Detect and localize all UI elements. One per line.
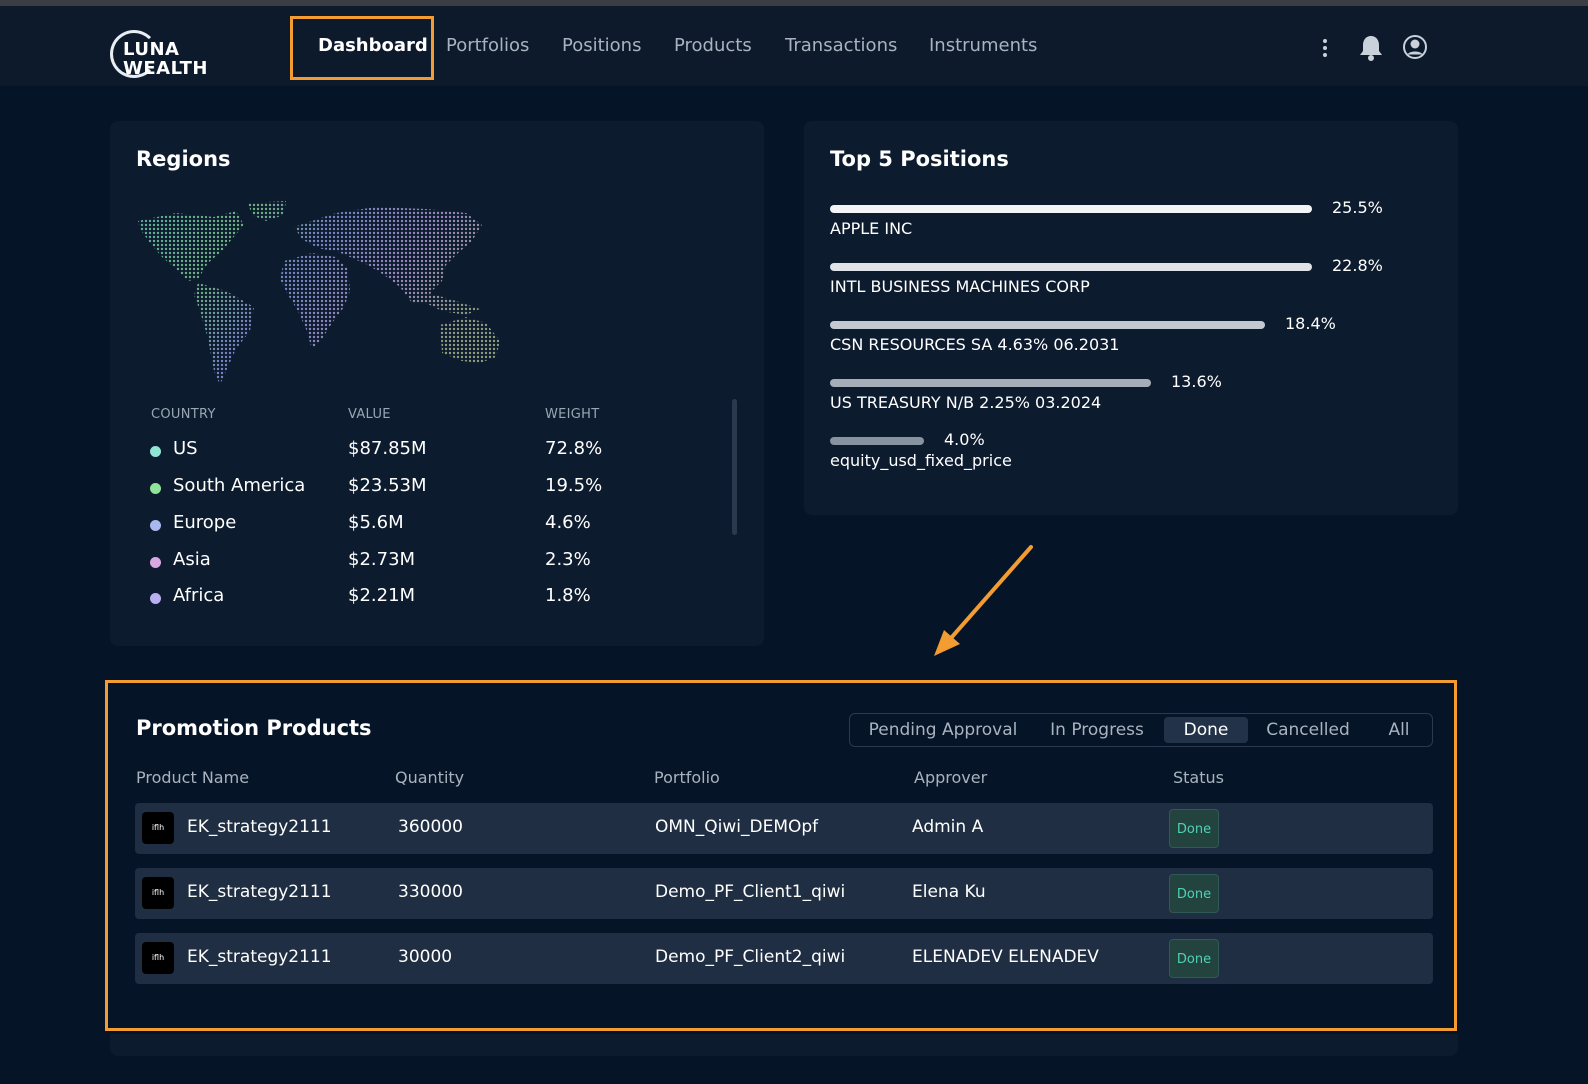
regions-scrollbar[interactable] — [732, 399, 737, 535]
position-percent: 4.0% — [944, 430, 985, 449]
position-name[interactable]: INTL BUSINESS MACHINES CORP — [830, 277, 1090, 296]
product-quantity: 30000 — [398, 947, 453, 967]
callout-arrow — [934, 545, 1033, 656]
position-name[interactable]: APPLE INC — [830, 219, 912, 238]
region-color-dot — [150, 483, 161, 494]
card-bottom-edge — [110, 1034, 1458, 1056]
regions-col-country: COUNTRY — [151, 407, 216, 422]
col-header-portfolio[interactable]: Portfolio — [654, 768, 720, 787]
product-portfolio[interactable]: OMN_Qiwi_DEMOpf — [655, 817, 818, 837]
regions-col-weight: WEIGHT — [545, 407, 600, 422]
product-logo-icon: iflh — [142, 877, 174, 909]
product-portfolio[interactable]: Demo_PF_Client2_qiwi — [655, 947, 845, 967]
luna-wealth-logo[interactable]: LUNA WEALTH — [110, 28, 220, 82]
user-avatar-icon[interactable] — [1402, 34, 1428, 60]
region-weight: 19.5% — [545, 475, 603, 496]
col-header-quantity[interactable]: Quantity — [395, 768, 464, 787]
position-percent: 25.5% — [1332, 198, 1383, 217]
regions-card: Regions COUNTRY VALUE WEIGHT US $87.85M … — [110, 121, 764, 646]
position-bar — [830, 205, 1312, 213]
position-percent: 18.4% — [1285, 314, 1336, 333]
product-quantity: 360000 — [398, 817, 463, 837]
product-approver: Elena Ku — [912, 882, 986, 902]
table-row[interactable]: iflh EK_strategy2111 30000 Demo_PF_Client2_… — [135, 933, 1433, 984]
position-bar — [830, 437, 924, 445]
region-color-dot — [150, 593, 161, 604]
region-value: $87.85M — [348, 438, 427, 459]
product-logo-icon: iflh — [142, 942, 174, 974]
logo-text-line1: LUNA — [123, 39, 180, 60]
kebab-menu-icon[interactable] — [1318, 36, 1332, 60]
table-row[interactable]: iflh EK_strategy2111 360000 OMN_Qiwi_DEMOpf… — [135, 803, 1433, 854]
top-positions-card: Top 5 Positions 25.5% APPLE INC 22.8% INTL … — [804, 121, 1458, 515]
region-color-dot — [150, 557, 161, 568]
position-bar — [830, 263, 1312, 271]
region-country: South America — [173, 475, 306, 496]
region-value: $2.21M — [348, 585, 416, 606]
position-percent: 13.6% — [1171, 372, 1222, 391]
product-approver: ELENADEV ELENADEV — [912, 947, 1099, 967]
product-portfolio[interactable]: Demo_PF_Client1_qiwi — [655, 882, 845, 902]
world-map — [138, 201, 500, 385]
region-weight: 4.6% — [545, 512, 591, 533]
tab-done[interactable]: Done — [1164, 717, 1248, 743]
regions-title: Regions — [136, 147, 231, 171]
position-bar — [830, 321, 1265, 329]
region-value: $2.73M — [348, 549, 416, 570]
product-name[interactable]: EK_strategy2111 — [187, 947, 332, 967]
col-header-approver[interactable]: Approver — [914, 768, 987, 787]
status-badge: Done — [1169, 874, 1219, 913]
promotion-title: Promotion Products — [136, 716, 372, 740]
position-bar — [830, 379, 1151, 387]
product-name[interactable]: EK_strategy2111 — [187, 882, 332, 902]
bell-icon[interactable] — [1358, 34, 1384, 62]
col-header-status[interactable]: Status — [1173, 768, 1224, 787]
region-value: $5.6M — [348, 512, 404, 533]
status-badge: Done — [1169, 939, 1219, 978]
status-filter-tabs: Pending Approval In Progress Done Cancel… — [849, 713, 1433, 747]
position-name[interactable]: CSN RESOURCES SA 4.63% 06.2031 — [830, 335, 1119, 354]
region-weight: 1.8% — [545, 585, 591, 606]
nav-item-instruments[interactable]: Instruments — [929, 34, 1037, 58]
region-color-dot — [150, 520, 161, 531]
tab-in-progress[interactable]: In Progress — [1038, 717, 1156, 743]
position-name[interactable]: US TREASURY N/B 2.25% 03.2024 — [830, 393, 1101, 412]
region-country: Europe — [173, 512, 237, 533]
product-approver: Admin A — [912, 817, 984, 837]
region-weight: 2.3% — [545, 549, 591, 570]
top-positions-title: Top 5 Positions — [830, 147, 1009, 171]
product-name[interactable]: EK_strategy2111 — [187, 817, 332, 837]
tab-cancelled[interactable]: Cancelled — [1256, 717, 1360, 743]
region-color-dot — [150, 446, 161, 457]
nav-item-products[interactable]: Products — [674, 34, 752, 58]
region-country: Asia — [173, 549, 211, 570]
status-badge: Done — [1169, 809, 1219, 848]
product-logo-icon: iflh — [142, 812, 174, 844]
top-navbar: LUNA WEALTH Dashboard Portfolios Positio… — [0, 6, 1588, 86]
col-header-product-name[interactable]: Product Name — [136, 768, 249, 787]
region-value: $23.53M — [348, 475, 427, 496]
nav-item-portfolios[interactable]: Portfolios — [446, 34, 529, 58]
region-country: US — [173, 438, 198, 459]
nav-item-positions[interactable]: Positions — [562, 34, 641, 58]
table-row[interactable]: iflh EK_strategy2111 330000 Demo_PF_Client1… — [135, 868, 1433, 919]
nav-item-transactions[interactable]: Transactions — [785, 34, 897, 58]
region-country: Africa — [173, 585, 225, 606]
tab-all[interactable]: All — [1374, 717, 1424, 743]
tab-pending-approval[interactable]: Pending Approval — [858, 717, 1028, 743]
position-name[interactable]: equity_usd_fixed_price — [830, 451, 1012, 470]
position-percent: 22.8% — [1332, 256, 1383, 275]
dashboard-highlight-box — [290, 16, 434, 80]
regions-col-value: VALUE — [348, 407, 391, 422]
product-quantity: 330000 — [398, 882, 463, 902]
region-weight: 72.8% — [545, 438, 603, 459]
logo-text-line2: WEALTH — [123, 58, 208, 79]
